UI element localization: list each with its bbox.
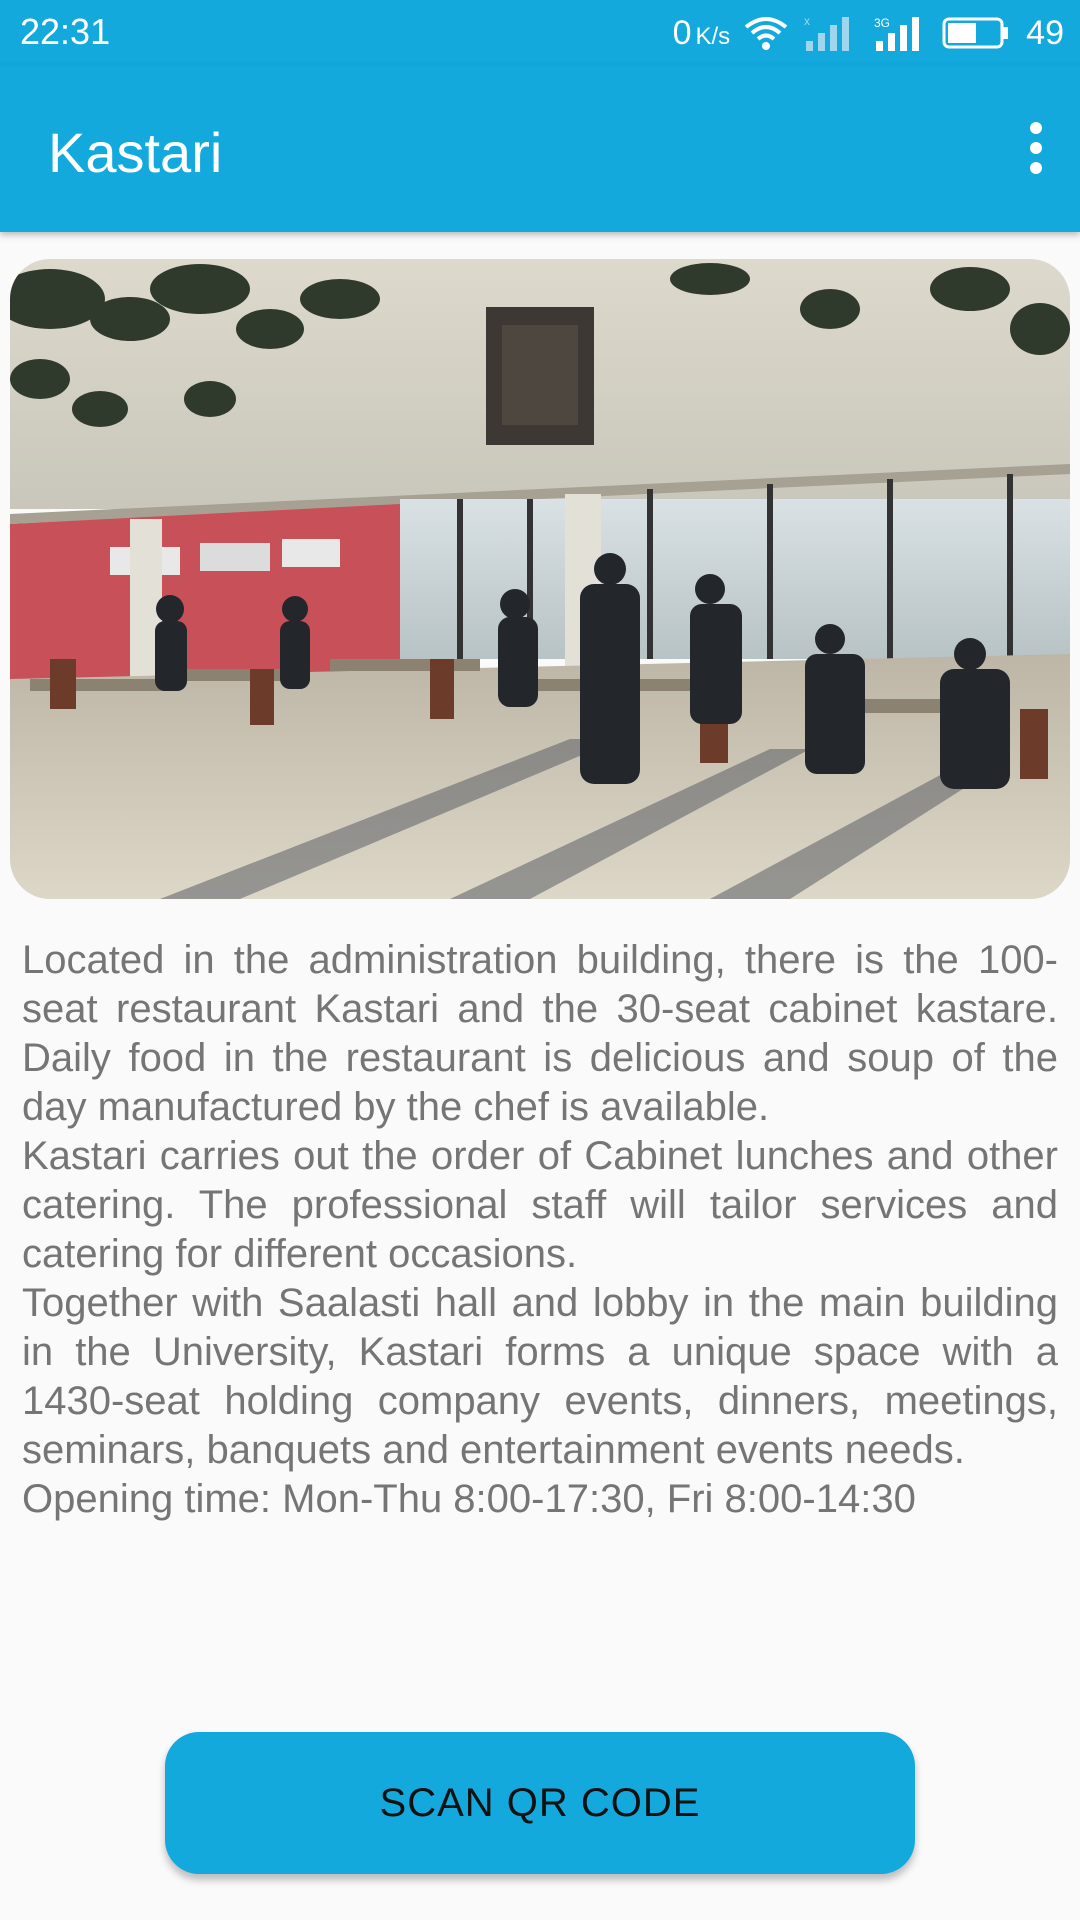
description-paragraph: Located in the administration building, …	[22, 938, 1058, 1129]
network-speed: 0 K/s	[673, 14, 731, 53]
scan-qr-code-button[interactable]: SCAN QR CODE	[165, 1732, 915, 1874]
network-speed-value: 0	[672, 13, 692, 52]
svg-text:x: x	[804, 14, 810, 28]
signal-3g-icon: 3G	[872, 13, 928, 53]
status-bar: 22:31 0 K/s x 3G 49	[0, 0, 1080, 66]
network-speed-unit: K/s	[695, 22, 731, 50]
description-paragraph: Together with Saalasti hall and lobby in…	[22, 1281, 1058, 1472]
restaurant-description: Located in the administration building, …	[22, 936, 1058, 1524]
restaurant-photo	[10, 259, 1070, 899]
more-vert-icon	[1026, 118, 1046, 178]
network-type: 3G	[874, 16, 890, 30]
status-icons: 0 K/s x 3G 49	[673, 10, 1064, 56]
battery-level: 49	[1026, 13, 1064, 52]
wifi-icon	[744, 15, 788, 51]
more-options-button[interactable]	[1006, 108, 1066, 188]
battery-icon	[942, 13, 1012, 53]
scan-qr-code-label: SCAN QR CODE	[379, 1780, 701, 1825]
description-paragraph: Kastari carries out the order of Cabinet…	[22, 1134, 1058, 1276]
page-title: Kastari	[48, 121, 223, 184]
app-bar: Kastari	[0, 66, 1080, 232]
opening-hours: Opening time: Mon-Thu 8:00-17:30, Fri 8:…	[22, 1477, 916, 1521]
status-time: 22:31	[20, 11, 111, 52]
signal-icon: x	[802, 13, 858, 53]
